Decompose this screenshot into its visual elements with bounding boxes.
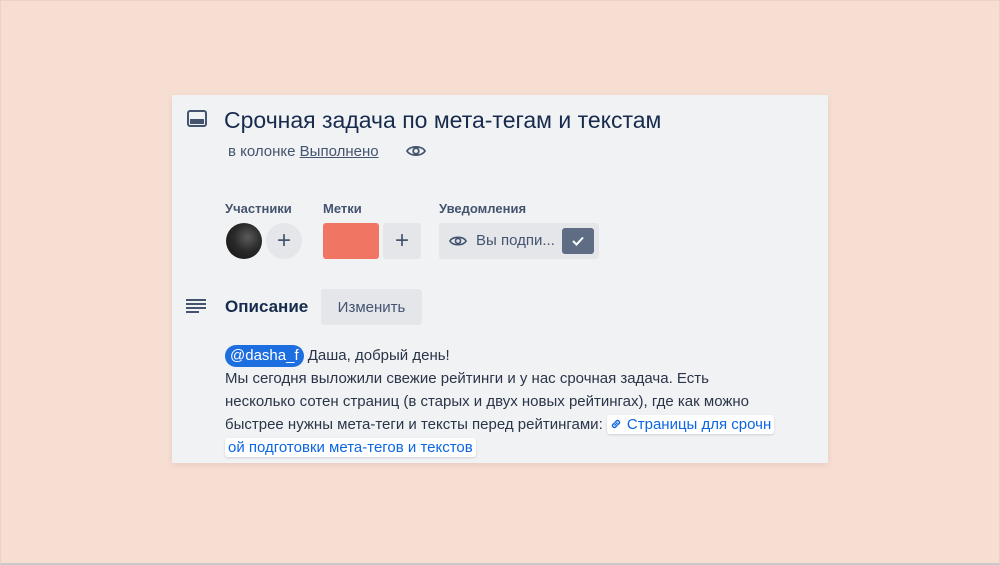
check-icon [562, 228, 594, 254]
description-body: @dasha_f Даша, добрый день! Мы сегодня в… [225, 344, 825, 459]
description-title: Описание [225, 297, 309, 316]
smart-link-text-1: Страницы для срочн [626, 416, 772, 433]
watch-text: Вы подпи... [476, 232, 555, 249]
add-member-button[interactable]: + [266, 223, 302, 259]
list-link[interactable]: Выполнено [300, 143, 379, 160]
eye-icon [406, 145, 426, 157]
labels-label: Метки [323, 201, 362, 216]
card-icon [187, 110, 207, 127]
link-icon [611, 419, 621, 429]
notifications-label: Уведомления [439, 201, 527, 216]
list-prefix: в колонке [228, 143, 300, 160]
description-line-3: быстрее нужны мета-теги и тексты перед р… [225, 416, 607, 433]
description-line-1: Мы сегодня выложили свежие рейтинги и у … [225, 370, 709, 387]
card-detail-window: Срочная задача по мета-тегам и текстам в… [172, 95, 828, 463]
card-list-info: в колонке Выполнено [228, 143, 379, 160]
members-label: Участники [225, 201, 292, 216]
description-line-2: несколько сотен страниц (в старых и двух… [225, 393, 750, 410]
watch-button[interactable]: Вы подпи... [439, 223, 599, 259]
label-chip-red[interactable] [323, 223, 379, 259]
smart-link-text-2: ой подготовки мета-тегов и текстов [228, 439, 473, 456]
description-icon [186, 299, 206, 313]
avatar[interactable] [226, 223, 262, 259]
mention-badge[interactable]: @dasha_f [225, 345, 304, 367]
greeting-text: Даша, добрый день! [303, 347, 450, 364]
eye-icon [449, 236, 467, 246]
add-label-button[interactable]: + [383, 223, 421, 259]
edit-description-button[interactable]: Изменить [321, 289, 422, 325]
card-title[interactable]: Срочная задача по мета-тегам и текстам [224, 107, 661, 134]
